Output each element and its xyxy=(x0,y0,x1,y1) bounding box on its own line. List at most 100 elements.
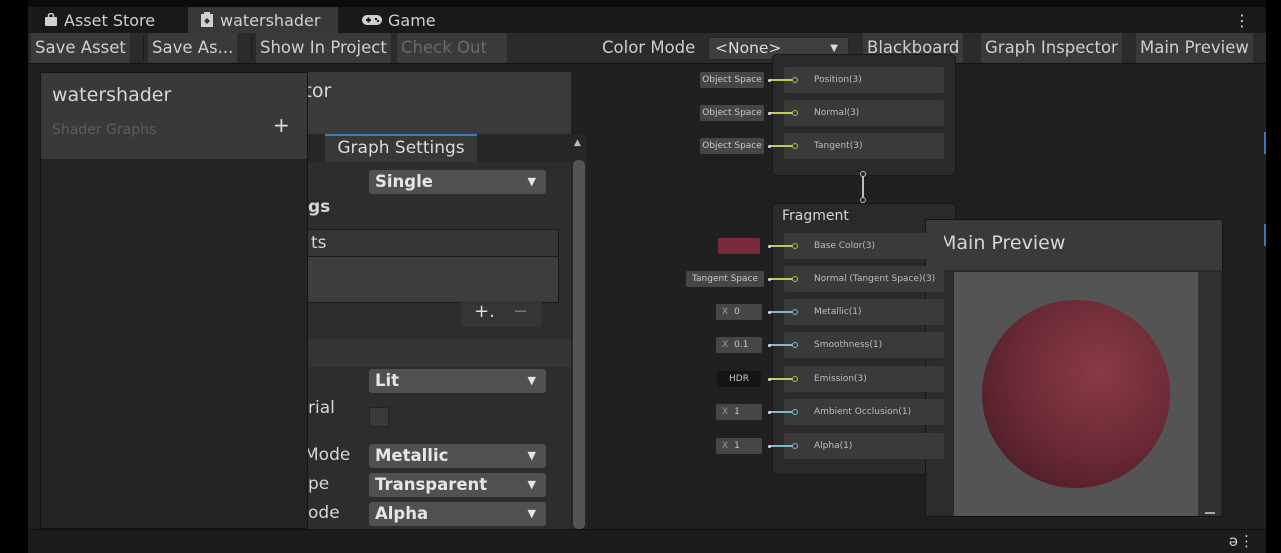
tab-game[interactable]: Game xyxy=(354,7,444,33)
add-target-button[interactable]: +. xyxy=(474,301,495,322)
value-field[interactable]: X0 xyxy=(716,304,762,320)
tab-label: watershader xyxy=(220,10,321,30)
connection-wire xyxy=(770,411,792,413)
value-field[interactable]: X1 xyxy=(716,438,762,454)
input-port[interactable] xyxy=(792,443,798,449)
slot-label: Base Color(3) xyxy=(814,241,876,251)
input-port[interactable] xyxy=(792,309,798,315)
slot-row[interactable]: Metallic(1) xyxy=(784,299,944,325)
wire-dot xyxy=(768,278,771,281)
tab-bar: Asset Store watershader Game ⋮ xyxy=(28,0,1266,33)
base-color-swatch[interactable] xyxy=(718,238,760,254)
targets-label: ts xyxy=(311,233,327,253)
save-as-button[interactable]: Save As... xyxy=(148,33,238,63)
more-options-icon[interactable]: ⋮ xyxy=(1239,532,1254,550)
wire-dot xyxy=(768,411,771,414)
scroll-up-icon[interactable]: ▲ xyxy=(574,138,581,148)
chevron-down-icon: ▼ xyxy=(527,478,536,491)
toolbar: Save Asset Save As... Show In Project Ch… xyxy=(28,33,1266,64)
preview-scrollbar[interactable] xyxy=(1198,272,1220,516)
status-bar: ǝ ⋮ xyxy=(28,529,1266,553)
value-field[interactable]: X1 xyxy=(716,404,762,420)
input-port[interactable] xyxy=(792,110,798,116)
allow-material-override-checkbox[interactable] xyxy=(369,407,389,427)
notification-icon[interactable]: ǝ xyxy=(1229,532,1238,550)
main-preview-toggle-button[interactable]: Main Preview xyxy=(1136,33,1253,63)
list-item[interactable] xyxy=(299,257,558,302)
surface-type-dropdown[interactable]: Transparent ▼ xyxy=(369,473,546,497)
blackboard-title: watershader xyxy=(52,84,172,106)
inspector-scrollbar[interactable]: ▲ xyxy=(571,134,587,529)
add-property-button[interactable]: + xyxy=(273,113,290,137)
slot-row[interactable]: Position(3) xyxy=(784,67,944,93)
slot-row[interactable]: Ambient Occlusion(1) xyxy=(784,399,944,425)
slot-row[interactable]: Base Color(3) xyxy=(784,233,944,259)
show-in-project-button[interactable]: Show In Project xyxy=(256,33,391,63)
tab-graph-settings[interactable]: Graph Settings xyxy=(325,134,477,162)
wire-dot xyxy=(768,112,771,115)
blending-mode-dropdown[interactable]: Alpha ▼ xyxy=(369,502,546,526)
tab-watershader[interactable]: watershader xyxy=(188,7,338,33)
input-port[interactable] xyxy=(792,342,798,348)
remove-target-button[interactable]: − xyxy=(513,301,528,322)
value-field[interactable]: X 0.1 xyxy=(716,337,762,353)
slot-row[interactable]: Normal (Tangent Space)(3) xyxy=(784,266,944,292)
slot-row[interactable]: Alpha(1) xyxy=(784,433,944,459)
connection-wire xyxy=(770,378,792,380)
input-port[interactable] xyxy=(792,243,798,249)
preview-sphere xyxy=(982,300,1170,488)
wire-dot xyxy=(768,245,771,248)
workflow-mode-value: Metallic xyxy=(375,446,449,465)
space-dropdown[interactable]: Object Space xyxy=(700,105,764,121)
connection-wire xyxy=(770,112,792,114)
color-mode-label: Color Mode xyxy=(602,38,696,57)
connection-wire xyxy=(770,245,792,247)
shader-graph-window: Asset Store watershader Game ⋮ Save Asse… xyxy=(28,0,1266,553)
connection-wire xyxy=(770,79,792,81)
surface-type-value: Transparent xyxy=(375,475,488,494)
target-settings-heading: gs xyxy=(308,197,331,217)
main-preview-panel[interactable]: Main Preview xyxy=(925,219,1223,517)
space-dropdown[interactable]: Object Space xyxy=(700,138,764,154)
wire-dot xyxy=(768,344,771,347)
main-preview-title: Main Preview xyxy=(940,232,1066,254)
workflow-mode-dropdown[interactable]: Metallic ▼ xyxy=(369,444,546,468)
connection-wire xyxy=(770,445,792,447)
preview-viewport[interactable] xyxy=(954,272,1198,516)
slot-label: Alpha(1) xyxy=(814,441,853,451)
graph-inspector-toggle-button[interactable]: Graph Inspector xyxy=(981,33,1122,63)
check-out-button[interactable]: Check Out xyxy=(397,33,507,63)
graph-canvas[interactable]: ctor Graph Settings Single ▼ gs ts +. − … xyxy=(28,54,1266,529)
more-options-icon[interactable]: ⋮ xyxy=(1234,7,1250,33)
targets-list: ts xyxy=(298,229,559,303)
slot-row[interactable]: Emission(3) xyxy=(784,366,944,392)
precision-dropdown[interactable]: Single ▼ xyxy=(369,170,546,194)
field-value: 1 xyxy=(734,407,740,417)
connector-port xyxy=(860,171,866,177)
surface-type-label: pe xyxy=(308,474,330,494)
tab-asset-store[interactable]: Asset Store xyxy=(36,7,163,33)
save-asset-button[interactable]: Save Asset xyxy=(31,33,130,63)
slot-row[interactable]: Tangent(3) xyxy=(784,133,944,159)
input-port[interactable] xyxy=(792,376,798,382)
field-value: 1 xyxy=(734,441,740,451)
connection-wire xyxy=(770,311,792,313)
normal-space-dropdown[interactable]: Tangent Space xyxy=(686,271,764,287)
scrollbar-thumb[interactable] xyxy=(573,160,585,529)
slot-label: Tangent(3) xyxy=(814,141,863,151)
input-port[interactable] xyxy=(792,143,798,149)
slot-row[interactable]: Smoothness(1) xyxy=(784,332,944,358)
input-port[interactable] xyxy=(792,276,798,282)
x-label: X xyxy=(722,307,729,317)
material-value: Lit xyxy=(375,371,400,390)
material-dropdown[interactable]: Lit ▼ xyxy=(369,369,546,393)
space-dropdown[interactable]: Object Space xyxy=(700,72,764,88)
slot-row[interactable]: Normal(3) xyxy=(784,100,944,126)
field-value: 0.1 xyxy=(734,340,749,350)
input-port[interactable] xyxy=(792,409,798,415)
emission-hdr-field[interactable]: HDR xyxy=(717,371,761,387)
wire-dot xyxy=(768,145,771,148)
allow-material-override-label: rial xyxy=(308,398,335,418)
input-port[interactable] xyxy=(792,77,798,83)
x-label: X xyxy=(722,340,729,350)
